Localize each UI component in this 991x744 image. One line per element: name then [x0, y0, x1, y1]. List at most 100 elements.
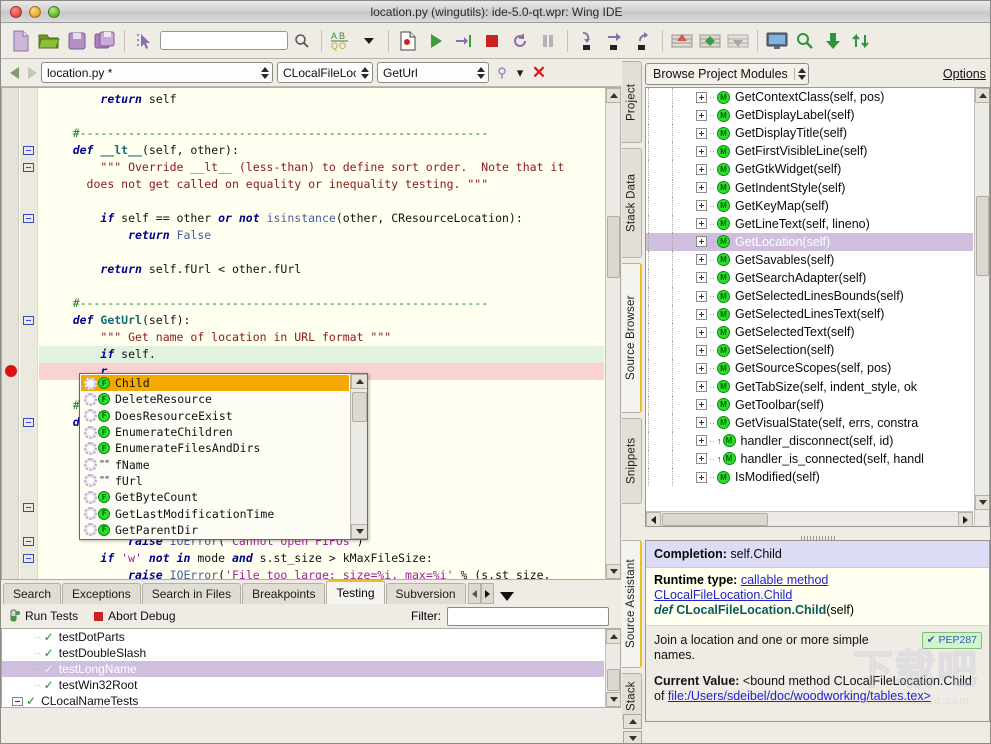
runtime-class-link[interactable]: CLocalFileLocation.Child [654, 588, 792, 602]
tree-expander[interactable] [696, 254, 707, 265]
tree-expander[interactable] [696, 92, 707, 103]
browser-tree-row[interactable]: ··MGetSelectedText(self) [646, 323, 973, 341]
scroll-up-button[interactable] [351, 374, 368, 389]
tree-expander[interactable] [696, 236, 707, 247]
tree-expander[interactable] [696, 309, 707, 320]
vtab-stack-data[interactable]: Stack Data [622, 148, 642, 258]
scroll-thumb-horizontal[interactable] [662, 513, 768, 526]
browser-tree-row[interactable]: ··MGetSearchAdapter(self) [646, 269, 973, 287]
tab-breakpoints[interactable]: Breakpoints [242, 583, 325, 604]
current-value-link[interactable]: file:/Users/sdeibel/doc/woodworking/tabl… [668, 689, 931, 703]
scroll-thumb[interactable] [352, 392, 367, 422]
vertical-tab-strip[interactable]: ProjectStack DataSource BrowserSnippetsS… [621, 59, 643, 727]
bottom-tab-strip[interactable]: SearchExceptionsSearch in FilesBreakpoin… [1, 580, 621, 604]
vtab-snippets[interactable]: Snippets [622, 418, 642, 504]
step-into-icon[interactable] [573, 27, 601, 55]
tree-expander[interactable] [696, 146, 707, 157]
new-file-icon[interactable] [7, 27, 35, 55]
tab-scroll-right-button[interactable] [481, 583, 494, 604]
fold-marker[interactable] [23, 163, 34, 172]
pin-icon[interactable]: ⚲ [493, 65, 511, 81]
fold-marker[interactable] [23, 146, 34, 155]
run-tests-button[interactable]: Run Tests [7, 609, 78, 623]
browser-tree-row[interactable]: ··MGetSourceScopes(self, pos) [646, 359, 973, 377]
vtab-source-browser[interactable]: Source Browser [622, 263, 642, 413]
tab-menu-icon[interactable] [500, 592, 514, 601]
autocomplete-popup[interactable]: FChildFDeleteResourceFDoesResourceExistF… [79, 373, 368, 540]
breakpoint-marker[interactable] [5, 365, 17, 377]
assistant-scroll-down-button[interactable] [623, 731, 642, 744]
assistant-scroll-buttons[interactable] [623, 714, 642, 744]
debug-file-icon[interactable] [394, 27, 422, 55]
autocomplete-item[interactable]: FGetLastModificationTime [81, 505, 349, 521]
browser-tree-row[interactable]: ··MGetGtkWidget(self) [646, 160, 973, 178]
browser-tree-row[interactable]: ··MGetDisplayLabel(self) [646, 106, 973, 124]
tree-expander[interactable] [696, 417, 707, 428]
browser-tree-row[interactable]: ··MGetSelectedLinesText(self) [646, 305, 973, 323]
tree-expander[interactable] [12, 697, 23, 706]
search-input[interactable] [160, 31, 288, 50]
browser-tree-row[interactable]: ··MGetSelectedLinesBounds(self) [646, 287, 973, 305]
download-icon[interactable] [819, 27, 847, 55]
tree-expander[interactable] [696, 272, 707, 283]
browser-tree-row[interactable]: ··MGetVisualState(self, errs, constra [646, 414, 973, 432]
panel-splitter-grip[interactable] [801, 530, 841, 536]
search-icon[interactable] [288, 27, 316, 55]
editor-vertical-scrollbar[interactable] [605, 88, 620, 579]
goto-marker-icon[interactable] [696, 27, 724, 55]
test-row[interactable]: ··✓testDotParts [2, 629, 604, 645]
browser-tree-row[interactable]: ··MGetDisplayTitle(self) [646, 124, 973, 142]
monitor-icon[interactable] [763, 27, 791, 55]
autocomplete-list[interactable]: FChildFDeleteResourceFDoesResourceExistF… [80, 374, 350, 539]
chevron-down-icon[interactable] [355, 27, 383, 55]
scroll-down-button[interactable] [975, 495, 990, 510]
scroll-down-button[interactable] [606, 564, 621, 579]
autocomplete-item[interactable]: FChild [81, 375, 349, 391]
scroll-up-button[interactable] [606, 88, 621, 103]
autocomplete-item[interactable]: ""fName [81, 456, 349, 472]
autocomplete-item[interactable]: FGetByteCount [81, 489, 349, 505]
scroll-up-button[interactable] [975, 88, 990, 103]
autocomplete-item[interactable]: FGetParentDir [81, 522, 349, 538]
browser-tree-row[interactable]: ··MGetSelection(self) [646, 341, 973, 359]
tree-expander[interactable] [696, 200, 707, 211]
goto-error-down-icon[interactable] [724, 27, 752, 55]
tree-expander[interactable] [696, 453, 707, 464]
fold-marker[interactable] [23, 503, 34, 512]
pause-icon[interactable] [534, 27, 562, 55]
scroll-thumb[interactable] [976, 196, 989, 276]
open-file-icon[interactable] [35, 27, 63, 55]
close-icon[interactable]: ✕ [529, 64, 549, 81]
goto-error-up-icon[interactable] [668, 27, 696, 55]
scroll-thumb[interactable] [607, 669, 620, 691]
tree-expander[interactable] [696, 381, 707, 392]
class-selector-combo[interactable]: CLocalFileLoc [277, 62, 373, 83]
browser-tree-list[interactable]: ··MGetContextClass(self, pos)··MGetDispl… [646, 88, 973, 510]
nav-forward-button[interactable] [23, 62, 41, 84]
test-row[interactable]: ··✓testLongName [2, 661, 604, 677]
scroll-left-button[interactable] [646, 512, 661, 527]
assistant-scroll-up-button[interactable] [623, 714, 642, 729]
options-button[interactable]: Options [943, 67, 986, 81]
tree-expander[interactable] [696, 110, 707, 121]
save-all-icon[interactable] [91, 27, 119, 55]
autocomplete-item[interactable]: ""fUrl [81, 473, 349, 489]
browser-vertical-scrollbar[interactable] [974, 88, 989, 526]
browser-tree-row[interactable]: ··MGetKeyMap(self) [646, 197, 973, 215]
browser-tree-row[interactable]: ··MGetToolbar(self) [646, 396, 973, 414]
file-selector-combo[interactable]: location.py * [41, 62, 273, 83]
chevron-down-icon[interactable]: ▾ [511, 65, 529, 81]
scroll-right-button[interactable] [958, 512, 973, 527]
replace-icon[interactable]: ABQO [327, 27, 355, 55]
abort-debug-button[interactable]: Abort Debug [94, 609, 175, 623]
search-tool-icon[interactable] [791, 27, 819, 55]
step-to-icon[interactable] [450, 27, 478, 55]
breakpoint-gutter[interactable] [2, 88, 19, 579]
scroll-down-button[interactable] [606, 692, 621, 707]
tree-expander[interactable] [696, 164, 707, 175]
browser-tree-row[interactable]: ··MIsModified(self) [646, 468, 973, 486]
scroll-thumb[interactable] [607, 216, 620, 278]
scroll-up-button[interactable] [606, 629, 621, 644]
tab-search-in-files[interactable]: Search in Files [142, 583, 241, 604]
browse-mode-combo[interactable]: Browse Project Modules [645, 63, 809, 85]
